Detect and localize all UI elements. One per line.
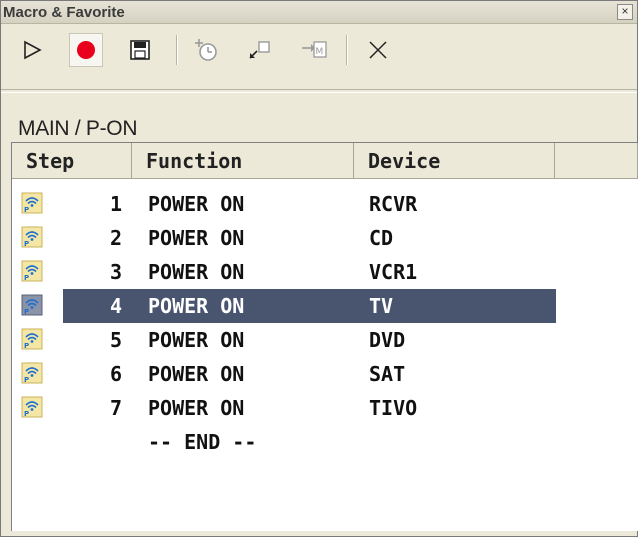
delete-button[interactable]: [361, 33, 395, 67]
table-row[interactable]: P 6 POWER ON SAT: [12, 357, 638, 391]
power-signal-icon: P: [21, 226, 43, 248]
power-signal-icon: P: [21, 362, 43, 384]
macro-path: MAIN / P-ON: [18, 117, 138, 140]
power-signal-icon: P: [21, 260, 43, 282]
svg-text:P: P: [24, 308, 29, 316]
toolbar-separator: [176, 35, 178, 65]
step-function: POWER ON: [148, 328, 245, 352]
add-delay-button[interactable]: [189, 33, 223, 67]
end-marker: -- END --: [148, 430, 257, 454]
step-device: TIVO: [369, 396, 418, 420]
svg-text:P: P: [24, 410, 29, 418]
move-button[interactable]: [243, 33, 277, 67]
step-function: POWER ON: [148, 192, 245, 216]
title-bar[interactable]: Macro & Favorite ×: [1, 1, 637, 24]
svg-text:P: P: [24, 376, 29, 384]
delete-icon: [369, 41, 387, 59]
power-signal-icon: P: [21, 294, 43, 316]
column-header-function[interactable]: Function: [132, 143, 354, 179]
record-button[interactable]: [69, 33, 103, 67]
step-device: DVD: [369, 328, 406, 352]
step-device: SAT: [369, 362, 406, 386]
step-number: 3: [109, 260, 122, 284]
svg-text:P: P: [24, 240, 29, 248]
step-function: POWER ON: [148, 226, 245, 250]
move-icon: [249, 41, 270, 59]
column-header-empty: [555, 143, 638, 179]
step-number: 6: [109, 362, 122, 386]
close-button[interactable]: ×: [617, 4, 633, 20]
step-device: CD: [369, 226, 394, 250]
step-number: 4: [109, 294, 122, 318]
toolbar-separator: [346, 35, 348, 65]
insert-macro-icon: M: [302, 41, 327, 58]
step-function: POWER ON: [148, 362, 245, 386]
step-device: TV: [369, 294, 394, 318]
column-header-device[interactable]: Device: [354, 143, 555, 179]
play-button[interactable]: [15, 33, 49, 67]
divider: [1, 89, 637, 93]
macro-step-list[interactable]: Step Function Device P 1 POWER ON RCVR P: [11, 142, 638, 531]
svg-text:P: P: [24, 206, 29, 214]
step-number: 2: [109, 226, 122, 250]
insert-macro-button[interactable]: M: [297, 33, 331, 67]
step-device: RCVR: [369, 192, 418, 216]
table-row[interactable]: P 7 POWER ON TIVO: [12, 391, 638, 425]
svg-text:P: P: [24, 274, 29, 282]
selection-highlight: [63, 289, 556, 323]
step-function: POWER ON: [148, 294, 245, 318]
step-number: 7: [109, 396, 122, 420]
svg-text:M: M: [316, 47, 324, 57]
record-icon: [77, 41, 95, 59]
window-title: Macro & Favorite: [3, 4, 125, 21]
table-row[interactable]: P 2 POWER ON CD: [12, 221, 638, 255]
step-device: VCR1: [369, 260, 418, 284]
table-row[interactable]: P 3 POWER ON VCR1: [12, 255, 638, 289]
step-function: POWER ON: [148, 396, 245, 420]
table-row[interactable]: P 5 POWER ON DVD: [12, 323, 638, 357]
column-header-step[interactable]: Step: [12, 143, 132, 179]
power-signal-icon: P: [21, 396, 43, 418]
save-button[interactable]: [123, 33, 157, 67]
step-number: 5: [109, 328, 122, 352]
power-signal-icon: P: [21, 328, 43, 350]
macro-favorite-window: Macro & Favorite × M MAIN / P-ON Step Fu…: [0, 0, 638, 537]
table-row[interactable]: P 1 POWER ON RCVR: [12, 187, 638, 221]
power-signal-icon: P: [21, 192, 43, 214]
step-function: POWER ON: [148, 260, 245, 284]
save-icon: [130, 40, 150, 60]
add-timer-icon: [195, 39, 217, 61]
svg-text:P: P: [24, 342, 29, 350]
play-icon: [24, 40, 42, 60]
step-number: 1: [109, 192, 122, 216]
table-row[interactable]: P 4 POWER ON TV: [12, 289, 638, 323]
toolbar: M: [1, 23, 637, 75]
